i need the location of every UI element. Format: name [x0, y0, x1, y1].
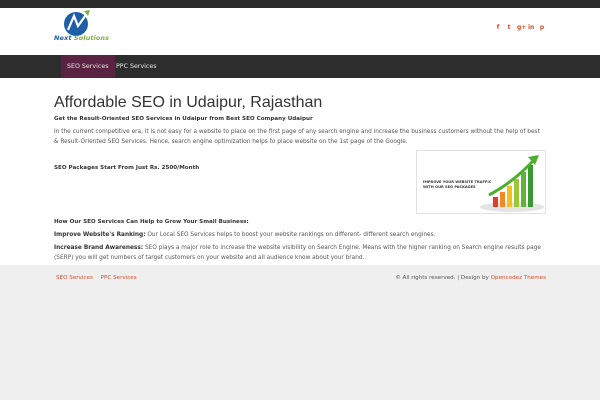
promo-line-2: WITH OUR SEO PACKAGES: [423, 185, 476, 189]
nav-item-seo-services[interactable]: SEO Services: [61, 55, 115, 78]
main-content: Affordable SEO in Udaipur, Rajasthan Get…: [0, 78, 600, 265]
logo-text-next: Next: [54, 34, 72, 42]
site-header: Next Solutions f t g+ in p: [0, 8, 600, 55]
google-plus-icon[interactable]: g+: [517, 24, 526, 32]
promo-image: IMPROVE YOUR WEBSITE TRAFFIC WITH OUR SEO…: [416, 150, 546, 214]
page-title: Affordable SEO in Udaipur, Rajasthan: [54, 94, 323, 111]
point-brand: Increase Brand Awareness: SEO plays a ma…: [54, 244, 546, 263]
nav-item-ppc-services[interactable]: PPC Services: [110, 55, 163, 78]
footer-copyright: © All rights reserved. | Design by Openc…: [395, 275, 546, 281]
page-subtitle: Get the Result-Oriented SEO Services in …: [54, 116, 313, 122]
logo-icon[interactable]: [54, 10, 102, 50]
point-ranking-label: Improve Website's Ranking:: [54, 232, 146, 238]
footer-links: SEO Services PPC Services: [56, 275, 143, 281]
how-heading: How Our SEO Services Can Help to Grow Yo…: [54, 219, 249, 225]
promo-caption: IMPROVE YOUR WEBSITE TRAFFIC WITH OUR SEO…: [423, 180, 491, 190]
point-brand-label: Increase Brand Awareness:: [54, 245, 144, 251]
packages-text: SEO Packages Start From Just Rs. 2500/Mo…: [54, 165, 200, 171]
footer-link-ppc-services[interactable]: PPC Services: [101, 275, 137, 281]
logo-text: Next Solutions: [54, 34, 109, 42]
point-ranking: Improve Website's Ranking: Our Local SEO…: [54, 232, 435, 238]
social-links: f t g+ in p: [495, 24, 545, 32]
designer-link[interactable]: Opencodez Themes: [491, 275, 546, 281]
logo-text-solutions: Solutions: [71, 34, 110, 42]
top-bar: [0, 0, 600, 8]
twitter-icon[interactable]: t: [506, 24, 512, 32]
linkedin-icon[interactable]: in: [528, 24, 534, 32]
site-footer: SEO Services PPC Services © All rights r…: [0, 265, 600, 400]
facebook-icon[interactable]: f: [495, 24, 501, 32]
point-ranking-text: Our Local SEO Services helps to boost yo…: [145, 232, 436, 238]
main-nav: SEO Services PPC Services: [0, 55, 600, 78]
copyright-text: © All rights reserved. | Design by: [395, 275, 491, 281]
intro-paragraph: In the current competitive era, it is no…: [54, 129, 540, 145]
footer-link-seo-services[interactable]: SEO Services: [56, 275, 93, 281]
promo-line-1: IMPROVE YOUR WEBSITE TRAFFIC: [423, 180, 492, 184]
pinterest-icon[interactable]: p: [539, 24, 545, 32]
